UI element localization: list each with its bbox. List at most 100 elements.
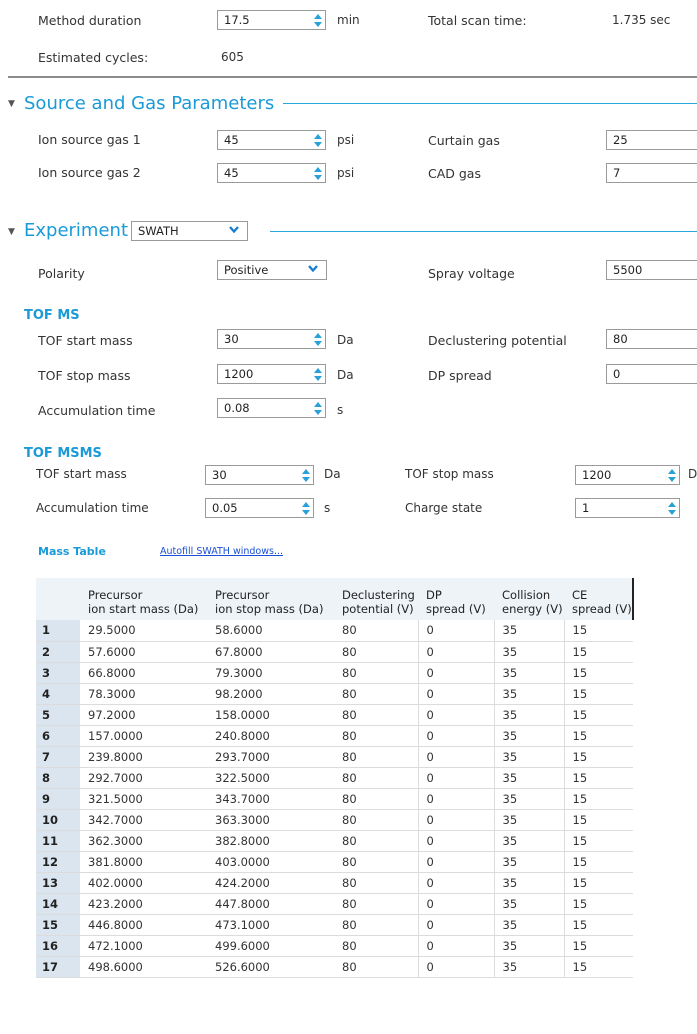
- experiment-type-dropdown[interactable]: SWATH: [131, 221, 248, 241]
- experiment-section-title[interactable]: Experiment: [24, 220, 128, 241]
- table-cell[interactable]: 292.7000: [80, 767, 207, 789]
- table-cell[interactable]: 57.6000: [80, 641, 207, 663]
- table-cell[interactable]: 322.5000: [207, 767, 334, 789]
- table-cell[interactable]: 80: [334, 767, 418, 789]
- table-row[interactable]: 16 472.1000 499.6000 80 0 35 15: [36, 935, 633, 957]
- table-cell[interactable]: 80: [334, 788, 418, 810]
- table-row[interactable]: 9 321.5000 343.7000 80 0 35 15: [36, 788, 633, 810]
- table-cell[interactable]: 403.0000: [207, 851, 334, 873]
- caret-down-icon[interactable]: ▼: [8, 99, 15, 109]
- table-cell[interactable]: 15: [563, 704, 633, 726]
- table-cell[interactable]: 15: [563, 662, 633, 684]
- table-cell[interactable]: 15: [563, 893, 633, 915]
- table-cell[interactable]: 35: [493, 662, 564, 684]
- table-cell[interactable]: 0: [417, 809, 494, 831]
- table-cell[interactable]: 35: [493, 872, 564, 894]
- table-cell[interactable]: 473.1000: [207, 914, 334, 936]
- table-row[interactable]: 11 362.3000 382.8000 80 0 35 15: [36, 830, 633, 852]
- table-cell[interactable]: 80: [334, 620, 418, 642]
- table-cell[interactable]: 15: [563, 788, 633, 810]
- row-number-cell[interactable]: 12: [36, 851, 80, 873]
- row-number-cell[interactable]: 2: [36, 641, 80, 663]
- table-cell[interactable]: 342.7000: [80, 809, 207, 831]
- column-header[interactable]: Declustering potential (V): [334, 578, 418, 620]
- row-number-cell[interactable]: 10: [36, 809, 80, 831]
- table-cell[interactable]: 0: [417, 641, 494, 663]
- table-cell[interactable]: 472.1000: [80, 935, 207, 957]
- table-cell[interactable]: 382.8000: [207, 830, 334, 852]
- tof-msms-start-mass-field[interactable]: 30: [205, 465, 314, 485]
- tof-ms-stop-mass-field[interactable]: 1200: [217, 364, 326, 384]
- dp-spread-field[interactable]: 0: [606, 364, 697, 384]
- table-row[interactable]: 13 402.0000 424.2000 80 0 35 15: [36, 872, 633, 894]
- table-cell[interactable]: 381.8000: [80, 851, 207, 873]
- table-cell[interactable]: 80: [334, 935, 418, 957]
- column-header[interactable]: Precursor ion stop mass (Da): [207, 578, 334, 620]
- table-cell[interactable]: 80: [334, 683, 418, 705]
- table-cell[interactable]: 80: [334, 746, 418, 768]
- table-cell[interactable]: 0: [417, 620, 494, 642]
- row-number-cell[interactable]: 15: [36, 914, 80, 936]
- table-cell[interactable]: 0: [417, 956, 494, 978]
- table-cell[interactable]: 15: [563, 872, 633, 894]
- table-cell[interactable]: 80: [334, 893, 418, 915]
- table-row[interactable]: 10 342.7000 363.3000 80 0 35 15: [36, 809, 633, 831]
- table-cell[interactable]: 35: [493, 893, 564, 915]
- caret-down-icon[interactable]: ▼: [8, 227, 15, 237]
- table-row[interactable]: 4 78.3000 98.2000 80 0 35 15: [36, 683, 633, 705]
- row-number-cell[interactable]: 14: [36, 893, 80, 915]
- spin-arrows-icon[interactable]: [313, 165, 323, 181]
- column-header[interactable]: Precursor ion start mass (Da): [80, 578, 207, 620]
- table-cell[interactable]: 447.8000: [207, 893, 334, 915]
- row-number-cell[interactable]: 3: [36, 662, 80, 684]
- spin-arrows-icon[interactable]: [667, 500, 677, 516]
- table-cell[interactable]: 424.2000: [207, 872, 334, 894]
- table-cell[interactable]: 0: [417, 662, 494, 684]
- table-cell[interactable]: 15: [563, 620, 633, 642]
- table-cell[interactable]: 15: [563, 851, 633, 873]
- table-cell[interactable]: 0: [417, 788, 494, 810]
- table-cell[interactable]: 15: [563, 830, 633, 852]
- table-cell[interactable]: 78.3000: [80, 683, 207, 705]
- column-header[interactable]: [36, 578, 80, 620]
- table-cell[interactable]: 526.6000: [207, 956, 334, 978]
- table-row[interactable]: 12 381.8000 403.0000 80 0 35 15: [36, 851, 633, 873]
- row-number-cell[interactable]: 11: [36, 830, 80, 852]
- table-cell[interactable]: 35: [493, 704, 564, 726]
- table-cell[interactable]: 0: [417, 914, 494, 936]
- table-cell[interactable]: 80: [334, 662, 418, 684]
- table-cell[interactable]: 58.6000: [207, 620, 334, 642]
- table-cell[interactable]: 35: [493, 788, 564, 810]
- table-row[interactable]: 5 97.2000 158.0000 80 0 35 15: [36, 704, 633, 726]
- table-cell[interactable]: 15: [563, 767, 633, 789]
- spin-arrows-icon[interactable]: [301, 467, 311, 483]
- table-cell[interactable]: 35: [493, 767, 564, 789]
- table-row[interactable]: 17 498.6000 526.6000 80 0 35 15: [36, 956, 633, 978]
- source-gas-section-title[interactable]: Source and Gas Parameters: [24, 93, 274, 114]
- table-cell[interactable]: 446.8000: [80, 914, 207, 936]
- row-number-cell[interactable]: 13: [36, 872, 80, 894]
- table-cell[interactable]: 80: [334, 830, 418, 852]
- row-number-cell[interactable]: 9: [36, 788, 80, 810]
- table-cell[interactable]: 97.2000: [80, 704, 207, 726]
- table-cell[interactable]: 0: [417, 935, 494, 957]
- table-cell[interactable]: 157.0000: [80, 725, 207, 747]
- table-cell[interactable]: 29.5000: [80, 620, 207, 642]
- row-number-cell[interactable]: 4: [36, 683, 80, 705]
- table-cell[interactable]: 80: [334, 641, 418, 663]
- table-cell[interactable]: 15: [563, 935, 633, 957]
- spin-arrows-icon[interactable]: [313, 366, 323, 382]
- table-cell[interactable]: 80: [334, 872, 418, 894]
- table-row[interactable]: 3 66.8000 79.3000 80 0 35 15: [36, 662, 633, 684]
- column-header[interactable]: DP spread (V): [418, 578, 494, 620]
- table-cell[interactable]: 79.3000: [207, 662, 334, 684]
- table-cell[interactable]: 15: [563, 683, 633, 705]
- table-cell[interactable]: 35: [493, 956, 564, 978]
- table-cell[interactable]: 343.7000: [207, 788, 334, 810]
- tof-msms-accum-field[interactable]: 0.05: [205, 498, 314, 518]
- spin-arrows-icon[interactable]: [301, 500, 311, 516]
- table-cell[interactable]: 35: [493, 746, 564, 768]
- method-duration-field[interactable]: 17.5: [217, 10, 326, 30]
- table-cell[interactable]: 80: [334, 725, 418, 747]
- table-cell[interactable]: 0: [417, 704, 494, 726]
